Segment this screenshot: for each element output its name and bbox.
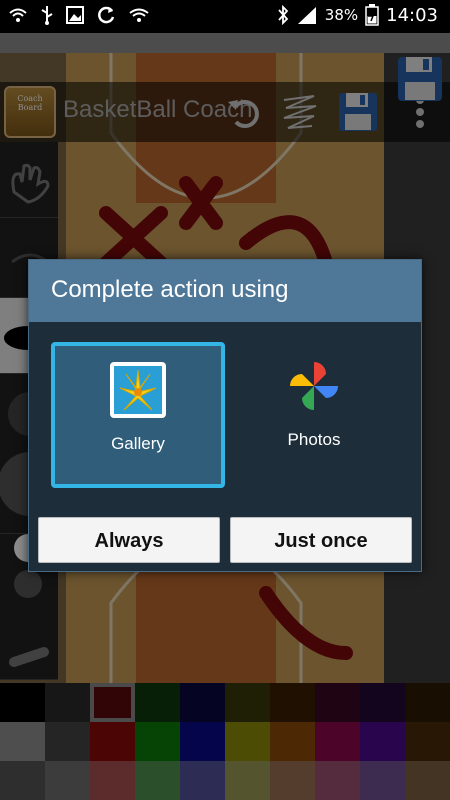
status-bar: 38% 14:03: [0, 0, 450, 33]
battery-percent: 38%: [324, 6, 359, 24]
usb-icon: [41, 6, 53, 25]
sync-icon: [98, 6, 115, 24]
bluetooth-icon: [278, 5, 289, 25]
notification-icons: [8, 5, 150, 25]
dialog-options: Gallery Photos: [29, 322, 421, 510]
dialog-title: Complete action using: [51, 276, 289, 303]
system-icons: 38% 14:03: [277, 4, 438, 26]
option-photos[interactable]: Photos: [227, 342, 401, 488]
dialog-header: Complete action using: [29, 260, 421, 322]
option-photos-label: Photos: [287, 430, 341, 449]
option-gallery-label: Gallery: [111, 434, 165, 453]
image-icon: [66, 6, 84, 24]
battery-icon: [365, 4, 379, 26]
chooser-dialog: Complete action using Gallery Photos Alw…: [28, 259, 422, 572]
signal-icon: [297, 7, 316, 24]
just-once-button[interactable]: Just once: [230, 517, 412, 563]
option-gallery[interactable]: Gallery: [51, 342, 225, 488]
photos-pinwheel-icon: [290, 362, 338, 410]
wifi-icon: [9, 8, 27, 22]
wifi-alert-icon: [129, 8, 149, 22]
clock: 14:03: [386, 4, 438, 26]
gallery-icon: [110, 362, 166, 418]
dialog-buttons: Always Just once: [29, 510, 421, 571]
always-button[interactable]: Always: [38, 517, 220, 563]
screen: { "status_bar": { "battery_percent": "38…: [0, 0, 450, 800]
